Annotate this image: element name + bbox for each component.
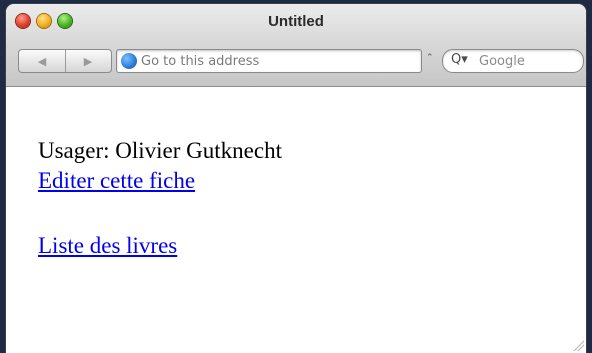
window-toolbar: Untitled ◀ ▶ ⌃ Q▾ (6, 4, 586, 87)
forward-button[interactable]: ▶ (65, 50, 111, 72)
search-input[interactable] (479, 50, 575, 72)
resize-grip[interactable] (572, 339, 584, 351)
user-line: Usager: Olivier Gutknecht (38, 138, 282, 163)
address-bar[interactable] (116, 49, 422, 73)
books-list-link[interactable]: Liste des livres (38, 233, 177, 258)
window-title: Untitled (268, 13, 324, 30)
browser-window: Untitled ◀ ▶ ⌃ Q▾ Usager: Olivier Gutkne… (6, 4, 586, 353)
magnifier-icon[interactable]: Q▾ (451, 52, 468, 67)
snapback-icon[interactable]: ⌃ (426, 53, 438, 63)
edit-record-link[interactable]: Editer cette fiche (38, 168, 195, 193)
back-arrow-icon: ◀ (37, 54, 47, 68)
page-content: Usager: Olivier Gutknecht Editer cette f… (38, 136, 282, 261)
globe-icon (121, 53, 137, 69)
forward-arrow-icon: ▶ (83, 54, 93, 68)
address-input[interactable] (141, 50, 411, 72)
back-button[interactable]: ◀ (19, 50, 66, 72)
navigation-buttons: ◀ ▶ (18, 49, 112, 73)
search-area: ⌃ Q▾ (426, 49, 584, 73)
search-field[interactable]: Q▾ (442, 49, 584, 73)
